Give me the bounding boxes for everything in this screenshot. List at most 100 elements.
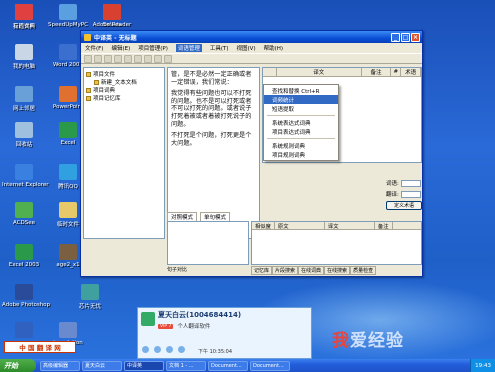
watermark: 我爱经验 (332, 331, 404, 351)
tab-sentence-compare[interactable]: 句子对比 (167, 266, 249, 275)
taskbar-task[interactable]: Document... (250, 360, 290, 371)
desktop-icon-label: SpeedUpMyPC (48, 22, 88, 28)
desktop-icon-label: Adobe Photoshop (2, 302, 51, 308)
dropdown-item[interactable]: 短语提取 (264, 104, 338, 113)
dropdown-item[interactable]: 系统表达式词典 (264, 118, 338, 127)
dropdown-item[interactable]: 查找和替换 Ctrl+R (264, 86, 338, 95)
translation-label: 翻译: (386, 192, 399, 198)
menu-term-management[interactable]: 词语管理 (175, 44, 202, 52)
im-popup[interactable]: 夏天白云(1004684414) VIP 7 个人翻译软件 下午 10:35:0… (137, 307, 312, 359)
dropdown-item[interactable]: 系统规则词典 (264, 141, 338, 150)
undo-icon[interactable] (144, 54, 152, 63)
desktop-icon[interactable]: 网上邻居 (2, 86, 46, 112)
desktop-icon-image (59, 86, 77, 102)
tree-project-memory[interactable]: 项目记忆库 (86, 94, 162, 102)
desktop-icon[interactable]: Adobe Photoshop (2, 284, 51, 308)
tab-online-dict[interactable]: 在线词典 (298, 266, 325, 275)
desktop-icon[interactable]: 我的电脑 (2, 44, 46, 70)
taskbar-task[interactable]: 夏天白云 (82, 360, 122, 371)
dropdown-item[interactable]: 项目表达式词典 (264, 127, 338, 136)
menu-help[interactable]: 帮助(H) (264, 44, 283, 52)
redo-icon[interactable] (154, 54, 162, 63)
maximize-button[interactable]: □ (401, 32, 410, 42)
save-icon[interactable] (104, 54, 112, 63)
taskbar-task[interactable]: 中译英 (124, 360, 164, 371)
desktop-icon-image (15, 244, 33, 260)
video-icon[interactable] (154, 346, 161, 353)
tab-single-mode[interactable]: 单句模式 (200, 211, 231, 222)
tab-memory[interactable]: 记忆库 (251, 266, 273, 275)
memory-results-pane[interactable]: 相似度 原文 译文 备注 (251, 221, 422, 265)
cut-icon[interactable] (114, 54, 122, 63)
desktop-icon-image (59, 202, 77, 218)
word-input[interactable] (400, 179, 421, 187)
desktop-icon[interactable]: Excel 2003 (2, 244, 46, 268)
dropdown-item[interactable]: 词频统计 (264, 95, 338, 104)
taskbar-task[interactable]: Document... (208, 360, 248, 371)
desktop-icon-label: 我的电脑 (12, 64, 35, 70)
copy-icon[interactable] (124, 54, 132, 63)
tab-online-search[interactable]: 在线搜索 (324, 266, 351, 275)
im-time: 下午 10:35:04 (198, 349, 233, 355)
window-title: 中译英 - 无标题 (94, 34, 137, 42)
document-icon (94, 79, 99, 85)
mode-bar: 对照模式 单句模式 (167, 211, 422, 222)
source-paragraph: 不打死是个问题，打死更是个大问题。 (171, 132, 252, 147)
tab-fragment-search[interactable]: 片段搜索 (272, 266, 299, 275)
desktop-icon-image (15, 284, 33, 300)
desktop-icon[interactable]: Internet Explorer (2, 164, 49, 188)
close-button[interactable]: × (411, 32, 420, 42)
desktop-icon-image (15, 4, 33, 20)
tree-file[interactable]: 新建_文本文档 (86, 78, 162, 86)
desktop-icon-image (15, 322, 33, 338)
desktop-icon[interactable]: 芯片无忧 (68, 284, 112, 310)
app-icon[interactable] (178, 346, 185, 353)
desktop-icon-image (15, 202, 33, 218)
grid-col-term: 术语 (401, 68, 421, 76)
desktop-icon-image (59, 164, 77, 180)
paste-icon[interactable] (134, 54, 142, 63)
menu-file[interactable]: 文件(F) (85, 44, 103, 52)
memory-icon (86, 95, 91, 101)
menu-project[interactable]: 项目管理(P) (138, 44, 168, 52)
im-title: 夏天白云(1004684414) (158, 311, 242, 319)
new-icon[interactable] (84, 54, 92, 63)
dropdown-item[interactable]: 项目规则词典 (264, 150, 338, 159)
window-titlebar[interactable]: 中译英 - 无标题 _ □ × (81, 31, 422, 43)
desktop-icon-image (103, 4, 121, 20)
taskbar-task[interactable]: 文档 1 - ... (166, 360, 206, 371)
tab-compare-mode[interactable]: 对照模式 (167, 211, 198, 222)
menu-edit[interactable]: 编辑(E) (111, 44, 130, 52)
menu-view[interactable]: 视图(V) (237, 44, 256, 52)
tree-project-dict[interactable]: 项目词典 (86, 86, 162, 94)
minimize-button[interactable]: _ (391, 32, 400, 42)
file-icon[interactable] (166, 346, 173, 353)
tree-root[interactable]: 项目文件 (86, 70, 162, 78)
menu-separator (267, 115, 335, 116)
desktop-icon-label: ACDSee (13, 220, 35, 226)
define-term-button[interactable]: 定义术语 (386, 201, 422, 210)
desktop-icon[interactable]: ACDSee (2, 202, 46, 226)
desktop-icon[interactable]: 有道词典 (2, 4, 46, 30)
tab-quality-check[interactable]: 质量检查 (350, 266, 377, 275)
open-icon[interactable] (94, 54, 102, 63)
sentence-compare-pane[interactable] (167, 221, 249, 265)
avatar (141, 312, 155, 326)
vip-badge: VIP 7 (158, 323, 174, 329)
desktop-icon-label: Excel 2003 (8, 262, 40, 268)
desktop-icon-label: Adobe Reader (92, 22, 132, 28)
translation-input[interactable] (400, 190, 421, 198)
start-button[interactable]: 开始 (0, 359, 36, 372)
desktop-icon[interactable]: 回收站 (2, 122, 46, 148)
menu-tools[interactable]: 工具(T) (210, 44, 229, 52)
desktop-icon-image (81, 284, 99, 300)
desktop-icon[interactable]: SpeedUpMyPC (46, 4, 90, 28)
taskbar-task[interactable]: 高级编辑器 (40, 360, 80, 371)
project-tree: 项目文件 新建_文本文档 项目词典 项目记忆库 (83, 67, 165, 239)
im-subtitle: 个人翻译软件 (177, 324, 211, 330)
translate-icon[interactable] (164, 54, 172, 63)
source-paragraph: 管，是不是必然一定正确或者一定错误，我们常说： (171, 71, 252, 86)
col-source: 原文 (275, 222, 325, 230)
desktop-icon[interactable]: Adobe Reader (90, 4, 134, 28)
voice-icon[interactable] (142, 346, 149, 353)
